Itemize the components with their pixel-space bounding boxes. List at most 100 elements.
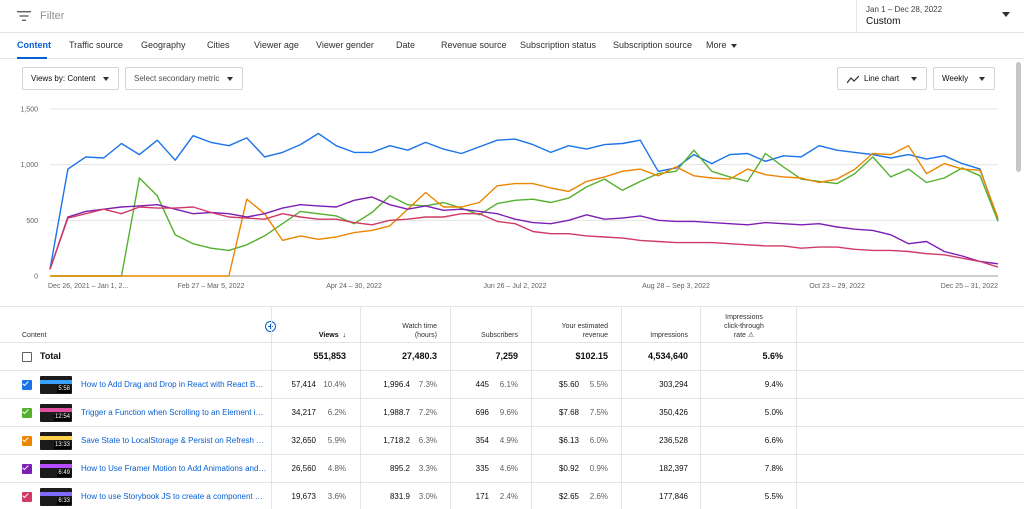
ctr-value: 7.8% bbox=[764, 464, 783, 473]
tab-viewer-gender[interactable]: Viewer gender bbox=[316, 40, 374, 50]
y-tick-label: 0 bbox=[34, 274, 38, 281]
revenue-value: $5.60 bbox=[558, 380, 579, 389]
total-impressions: 4,534,640 bbox=[647, 351, 688, 361]
total-subscribers: 7,259 bbox=[495, 351, 518, 361]
watch-time-percent: 7.3% bbox=[418, 380, 437, 389]
series-line[interactable] bbox=[49, 206, 999, 270]
watch-time-value: 831.9 bbox=[389, 492, 410, 501]
secondary-metric-label: Select secondary metric bbox=[134, 74, 220, 83]
total-watch-time: 27,480.3 bbox=[401, 351, 437, 361]
impressions-value: 236,528 bbox=[659, 436, 688, 445]
watch-time-percent: 6.3% bbox=[418, 436, 437, 445]
views-value: 34,217 bbox=[291, 408, 316, 417]
table-row[interactable]: 5:58 How to Add Drag and Drop in React w… bbox=[0, 371, 1024, 399]
warning-icon: ⚠ bbox=[747, 332, 755, 339]
granularity-label: Weekly bbox=[942, 74, 969, 83]
watch-time-value: 895.2 bbox=[389, 464, 410, 473]
tab-date[interactable]: Date bbox=[396, 40, 415, 50]
tab-cities[interactable]: Cities bbox=[207, 40, 230, 50]
video-duration: 6:33 bbox=[57, 498, 71, 505]
tab-more[interactable]: More bbox=[706, 40, 737, 50]
revenue-percent: 2.6% bbox=[589, 492, 608, 501]
total-label: Total bbox=[40, 351, 61, 361]
header-content[interactable]: Content bbox=[22, 331, 47, 340]
subscribers-percent: 4.9% bbox=[499, 436, 518, 445]
header-impressions[interactable]: Impressions bbox=[621, 331, 688, 340]
table-header: Content Views ↓ Watch time (hours) Subscr… bbox=[0, 306, 1024, 343]
header-revenue-line1: Your estimated bbox=[561, 323, 608, 330]
watch-time-value: 1,996.4 bbox=[383, 380, 410, 389]
video-title-link[interactable]: How to Add Drag and Drop in React with R… bbox=[81, 380, 267, 389]
row-checkbox[interactable] bbox=[22, 491, 32, 502]
secondary-metric-dropdown[interactable]: Select secondary metric bbox=[125, 67, 243, 90]
filter-icon[interactable] bbox=[17, 10, 31, 22]
video-thumbnail[interactable]: 13:33 bbox=[40, 432, 72, 450]
series-line[interactable] bbox=[50, 145, 999, 277]
tab-geography[interactable]: Geography bbox=[141, 40, 186, 50]
select-all-checkbox[interactable] bbox=[22, 352, 32, 362]
watch-time-percent: 3.3% bbox=[418, 464, 437, 473]
tab-subscription-status[interactable]: Subscription status bbox=[520, 40, 596, 50]
primary-metric-dropdown[interactable]: Views by: Content bbox=[22, 67, 119, 90]
video-thumbnail[interactable]: 6:33 bbox=[40, 488, 72, 506]
watch-time-percent: 7.2% bbox=[418, 408, 437, 417]
x-tick-label: Dec 25 – 31, 2022 bbox=[941, 283, 998, 290]
table-row[interactable]: 6:33 How to use Storybook JS to create a… bbox=[0, 483, 1024, 509]
active-tab-indicator bbox=[17, 57, 47, 59]
x-tick-label: Jun 26 – Jul 2, 2022 bbox=[484, 283, 547, 290]
scrollbar[interactable] bbox=[1016, 62, 1021, 172]
dimension-tabs: Content Traffic source Geography Cities … bbox=[0, 33, 1024, 59]
video-title-link[interactable]: How to Use Framer Motion to Add Animatio… bbox=[81, 464, 267, 473]
views-value: 57,414 bbox=[291, 380, 316, 389]
video-thumbnail[interactable]: 5:58 bbox=[40, 376, 72, 394]
row-checkbox[interactable] bbox=[22, 379, 32, 390]
header-subscribers[interactable]: Subscribers bbox=[450, 331, 518, 340]
video-title-link[interactable]: Save State to LocalStorage & Persist on … bbox=[81, 436, 267, 445]
video-duration: 6:49 bbox=[57, 470, 71, 477]
total-ctr: 5.6% bbox=[762, 351, 783, 361]
revenue-value: $2.65 bbox=[558, 492, 579, 501]
chevron-down-icon bbox=[730, 43, 737, 48]
ctr-value: 5.0% bbox=[764, 408, 783, 417]
revenue-percent: 5.5% bbox=[589, 380, 608, 389]
row-checkbox[interactable] bbox=[22, 463, 32, 474]
watch-time-percent: 3.0% bbox=[418, 492, 437, 501]
chevron-down-icon bbox=[227, 77, 233, 81]
views-line-chart: 0 500 1,000 1,500 Dec 26, 2021 – Jan 1, 2...… bbox=[20, 107, 999, 290]
impressions-value: 182,397 bbox=[659, 464, 688, 473]
total-revenue: $102.15 bbox=[575, 351, 608, 361]
header-views[interactable]: Views ↓ bbox=[280, 331, 346, 340]
row-checkbox[interactable] bbox=[22, 435, 32, 446]
table-row[interactable]: 6:49 How to Use Framer Motion to Add Ani… bbox=[0, 455, 1024, 483]
header-watch-time-line1: Watch time bbox=[402, 323, 437, 330]
y-tick-label: 1,000 bbox=[20, 162, 38, 169]
chart-type-dropdown[interactable]: Line chart bbox=[837, 67, 927, 90]
tab-content[interactable]: Content bbox=[17, 40, 51, 50]
revenue-percent: 6.0% bbox=[589, 436, 608, 445]
subscribers-percent: 2.4% bbox=[499, 492, 518, 501]
video-title-link[interactable]: Trigger a Function when Scrolling to an … bbox=[81, 408, 267, 417]
subscribers-value: 171 bbox=[475, 492, 489, 501]
subscribers-value: 354 bbox=[475, 436, 489, 445]
header-revenue-line2: revenue bbox=[582, 332, 608, 339]
video-title-link[interactable]: How to use Storybook JS to create a comp… bbox=[81, 492, 267, 501]
header-watch-time[interactable]: Watch time (hours) bbox=[360, 322, 437, 340]
tab-subscription-source[interactable]: Subscription source bbox=[613, 40, 692, 50]
row-checkbox[interactable] bbox=[22, 407, 32, 418]
date-range-picker[interactable]: Jan 1 – Dec 28, 2022 Custom bbox=[856, 0, 1024, 33]
table-row[interactable]: 12:54 Trigger a Function when Scrolling … bbox=[0, 399, 1024, 427]
tab-traffic-source[interactable]: Traffic source bbox=[69, 40, 123, 50]
header-revenue[interactable]: Your estimated revenue bbox=[531, 322, 608, 340]
granularity-dropdown[interactable]: Weekly bbox=[933, 67, 995, 90]
tab-revenue-source[interactable]: Revenue source bbox=[441, 40, 507, 50]
series-line[interactable] bbox=[49, 196, 999, 270]
header-ctr-line1: Impressions bbox=[725, 314, 763, 321]
header-ctr[interactable]: Impressions click-through rate ⚠ bbox=[705, 313, 783, 340]
y-tick-label: 1,500 bbox=[20, 107, 38, 114]
filter-input[interactable]: Filter bbox=[40, 10, 64, 22]
x-tick-label: Apr 24 – 30, 2022 bbox=[326, 283, 382, 290]
video-thumbnail[interactable]: 12:54 bbox=[40, 404, 72, 422]
video-thumbnail[interactable]: 6:49 bbox=[40, 460, 72, 478]
tab-viewer-age[interactable]: Viewer age bbox=[254, 40, 299, 50]
table-row[interactable]: 13:33 Save State to LocalStorage & Persi… bbox=[0, 427, 1024, 455]
